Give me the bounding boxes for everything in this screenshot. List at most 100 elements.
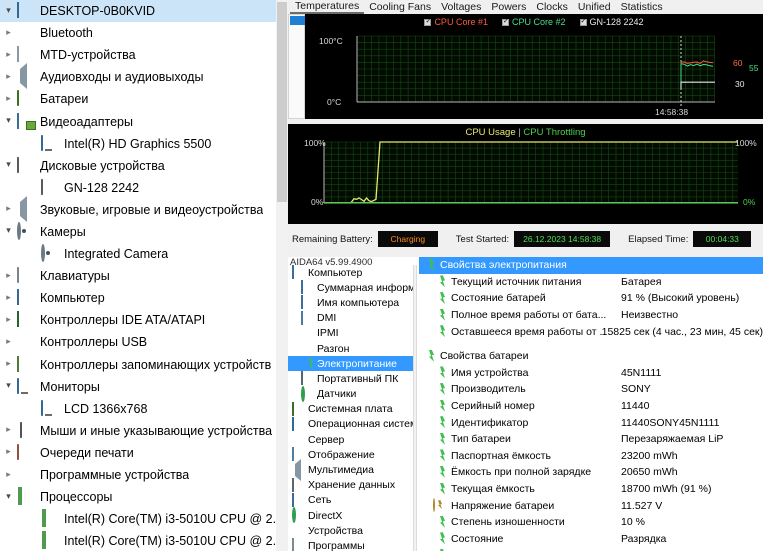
device-tree-item[interactable]: ▸ Очереди печати: [0, 442, 288, 464]
device-tree-item[interactable]: ▾ Камеры: [0, 221, 288, 243]
chevron-down-icon[interactable]: ▾: [0, 6, 17, 16]
aida-tree-item-label: DMI: [317, 312, 337, 325]
sensor-list-selected-item[interactable]: [290, 16, 305, 25]
chevron-right-icon[interactable]: ▸: [0, 50, 17, 60]
aida-tree-item[interactable]: Операционная система: [288, 416, 413, 432]
device-tree-scrollbar[interactable]: [276, 0, 288, 551]
chevron-right-icon[interactable]: ▸: [0, 448, 17, 457]
battery-icon: [433, 433, 448, 446]
device-tree-item[interactable]: ▸ Контроллеры IDE ATA/ATAPI: [0, 309, 288, 331]
details-key: Текущая ёмкость: [451, 483, 535, 496]
aida-tree-item[interactable]: Электропитание: [288, 356, 413, 372]
aida-tree-item[interactable]: Суммарная информац: [288, 280, 413, 295]
device-tree-item[interactable]: Intel(R) HD Graphics 5500: [0, 133, 288, 155]
device-tree-item[interactable]: ▸ Компьютер: [0, 287, 288, 309]
aida64-category-tree[interactable]: Компьютер Суммарная информац Имя компьютер…: [288, 265, 413, 551]
chevron-right-icon[interactable]: ▸: [0, 72, 17, 82]
chevron-right-icon[interactable]: ▸: [0, 315, 17, 325]
device-tree-item[interactable]: LCD 1366x768: [0, 398, 288, 420]
aida-tree-item[interactable]: Мультимедиа: [288, 458, 413, 481]
chevron-right-icon[interactable]: ▸: [0, 94, 17, 104]
aida-tree-item[interactable]: Программы: [288, 538, 413, 551]
chevron-down-icon[interactable]: ▾: [0, 382, 17, 391]
device-tree-item[interactable]: ▸ Клавиатуры: [0, 265, 288, 287]
tab-powers[interactable]: Powers: [486, 1, 531, 13]
device-tree-item[interactable]: ▸ Контроллеры USB: [0, 331, 288, 353]
device-tree-item[interactable]: ▾ Видеоадаптеры: [0, 110, 288, 132]
details-value: 15825 сек (4 час., 23 мин, 45 сек): [601, 325, 763, 338]
device-tree-item[interactable]: ▸ Программные устройства: [0, 464, 288, 486]
chevron-right-icon[interactable]: ▸: [0, 360, 17, 369]
temp-y-axis-top-label: 100°C: [319, 36, 343, 46]
device-tree-item-label: LCD 1366x768: [64, 401, 148, 416]
device-tree-item[interactable]: Intel(R) Core(TM) i3-5010U CPU @ 2.10GHz: [0, 508, 288, 530]
device-tree-item[interactable]: Integrated Camera: [0, 243, 288, 265]
category-icon: [301, 280, 315, 295]
device-tree-item-label: Мониторы: [40, 379, 100, 394]
device-tree[interactable]: ▾ DESKTOP-0B0KVID ▸ Bluetooth ▸ MTD-устройств…: [0, 0, 288, 551]
device-tree-item[interactable]: ▾ Процессоры: [0, 486, 288, 508]
aida-tree-item[interactable]: Системная плата: [288, 401, 413, 417]
category-icon: [292, 416, 306, 431]
tab-clocks[interactable]: Clocks: [531, 1, 573, 13]
device-tree-item[interactable]: Intel(R) Core(TM) i3-5010U CPU @ 2.10GHz: [0, 530, 288, 551]
chevron-down-icon[interactable]: ▾: [0, 492, 17, 502]
aida-tree-item[interactable]: Портативный ПК: [288, 371, 413, 386]
details-value: 23200 mWh: [621, 449, 678, 462]
device-tree-item[interactable]: ▾ Мониторы: [0, 376, 288, 398]
tab-statistics[interactable]: Statistics: [616, 1, 668, 13]
chevron-down-icon[interactable]: ▾: [0, 161, 17, 170]
chevron-right-icon[interactable]: ▸: [0, 293, 17, 303]
cpu-usage-graph: CPU Usage | CPU Throttling 100% 0% 100% …: [288, 124, 763, 224]
aida-tree-item[interactable]: Имя компьютера: [288, 295, 413, 310]
device-tree-item[interactable]: ▸ Батареи: [0, 88, 288, 110]
monitor-tab-bar[interactable]: Temperatures Cooling Fans Voltages Powers Cl…: [288, 0, 763, 14]
battery-icon: [433, 366, 448, 379]
tab-temperatures[interactable]: Temperatures: [290, 0, 365, 14]
device-tree-item-label: Компьютер: [40, 291, 105, 306]
aida-tree-item[interactable]: Датчики: [288, 385, 413, 402]
aida-tree-item[interactable]: Сеть: [288, 492, 413, 508]
device-tree-root[interactable]: ▾ DESKTOP-0B0KVID: [0, 0, 288, 23]
device-tree-item[interactable]: ▸ Контроллеры запоминающих устройств: [0, 354, 288, 376]
aida-tree-item[interactable]: DirectX: [288, 507, 413, 524]
chevron-down-icon[interactable]: ▾: [0, 117, 17, 126]
aida-tree-item[interactable]: Компьютер: [288, 265, 413, 280]
category-icon: [301, 385, 315, 402]
details-key: Производитель: [451, 383, 526, 396]
aida-tree-item[interactable]: IPMI: [288, 326, 413, 341]
aida-tree-item[interactable]: Устройства: [288, 523, 413, 538]
device-tree-item[interactable]: ▾ Дисковые устройства: [0, 155, 288, 177]
scrollbar-thumb[interactable]: [277, 2, 287, 202]
tab-unified[interactable]: Unified: [573, 1, 616, 13]
chevron-right-icon[interactable]: ▸: [0, 337, 17, 347]
chevron-right-icon[interactable]: ▸: [0, 271, 17, 281]
aida-tree-item[interactable]: DMI: [288, 310, 413, 326]
aida-tree-item[interactable]: Отображение: [288, 447, 413, 462]
chevron-down-icon[interactable]: ▾: [0, 227, 17, 236]
device-tree-item-label: MTD-устройства: [40, 48, 136, 63]
tab-voltages[interactable]: Voltages: [436, 1, 486, 13]
aida-tree-item-label: Датчики: [317, 388, 357, 401]
bluetooth-icon: [17, 25, 36, 41]
device-tree-item[interactable]: ▸ Звуковые, игровые и видеоустройства: [0, 195, 288, 222]
device-tree-item[interactable]: ▸ Аудиовходы и аудиовыходы: [0, 63, 288, 90]
chevron-right-icon[interactable]: ▸: [0, 28, 17, 38]
aida-tree-item[interactable]: Разгон: [288, 341, 413, 356]
details-row: Текущая ёмкость 18700 mWh (91 %): [419, 481, 763, 498]
tab-cooling-fans[interactable]: Cooling Fans: [364, 1, 436, 13]
device-tree-item[interactable]: ▸ Мыши и иные указывающие устройства: [0, 420, 288, 442]
category-icon: [292, 401, 306, 416]
device-tree-item[interactable]: ▸ MTD-устройства: [0, 44, 288, 66]
chevron-right-icon[interactable]: ▸: [0, 205, 17, 214]
chevron-right-icon[interactable]: ▸: [0, 470, 17, 480]
device-tree-item[interactable]: GN-128 2242: [0, 177, 288, 199]
aida-tree-item[interactable]: Сервер: [288, 432, 413, 447]
temp-series2-end-label: 55: [749, 63, 759, 73]
device-tree-item-label: Звуковые, игровые и видеоустройства: [40, 202, 264, 217]
sensor-list-strip[interactable]: [288, 14, 305, 119]
aida-tree-item[interactable]: Хранение данных: [288, 477, 413, 493]
device-tree-item[interactable]: ▸ Bluetooth: [0, 22, 288, 44]
aida64-splitter[interactable]: [413, 265, 417, 551]
chevron-right-icon[interactable]: ▸: [0, 426, 17, 435]
